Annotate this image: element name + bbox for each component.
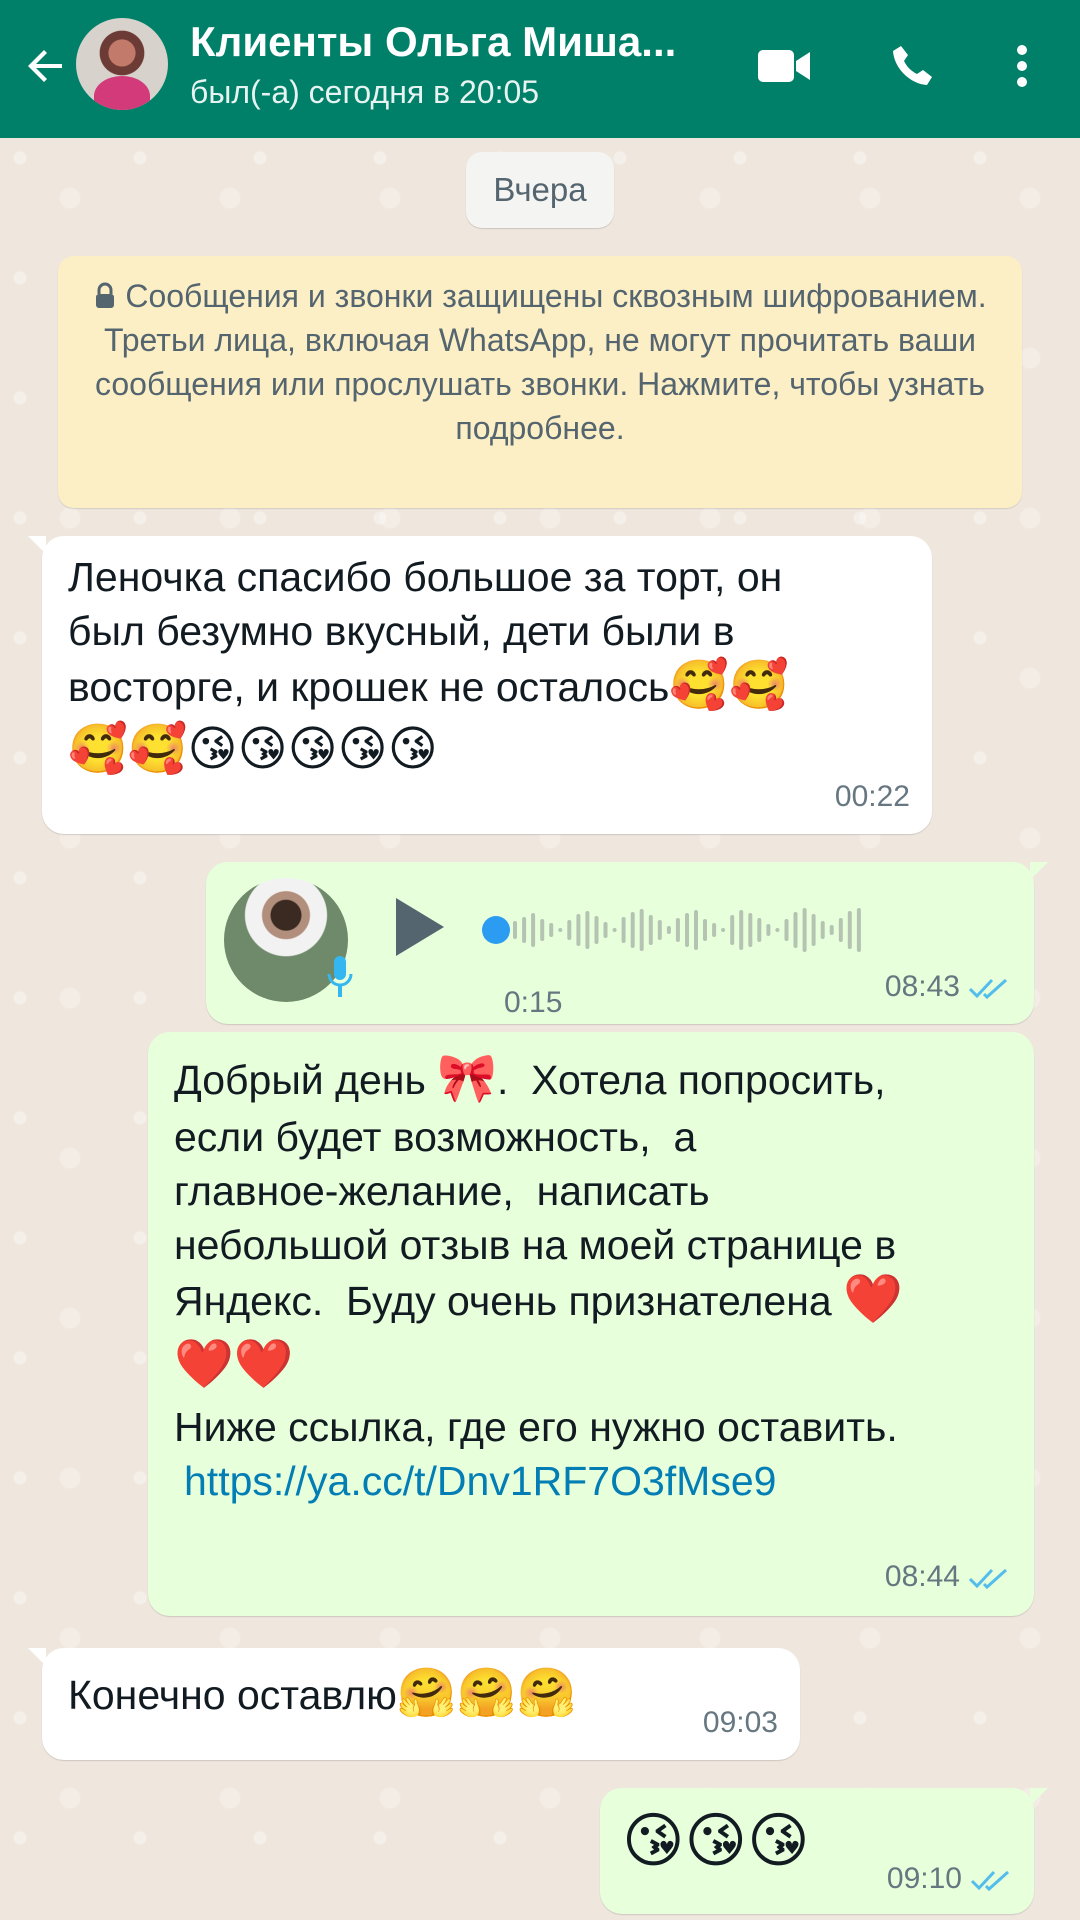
waveform-bar <box>630 912 635 948</box>
message-meta: 08:43 <box>885 960 1010 1014</box>
waveform-bar <box>811 914 816 946</box>
link-intro: Ниже ссылка, где его нужно оставить. <box>174 1404 898 1450</box>
waveform-bar <box>612 928 617 932</box>
waveform-bar <box>694 910 698 950</box>
waveform-bar <box>531 913 536 947</box>
message-meta: 09:10 <box>887 1852 1012 1906</box>
voice-message[interactable]: 0:15 08:43 <box>206 862 1048 1024</box>
double-check-icon <box>968 978 1008 1000</box>
waveform-bar <box>567 920 572 940</box>
waveform-bar <box>639 909 644 951</box>
message-incoming[interactable]: Конечно оставлю🤗🤗🤗 09:03 <box>28 1648 800 1760</box>
waveform-bar <box>802 908 807 952</box>
message-text-line: Добрый день <box>174 1057 438 1103</box>
waveform-bar <box>856 908 861 952</box>
message-time: 00:22 <box>834 780 910 813</box>
lock-icon <box>96 282 115 308</box>
message-time: 08:43 <box>884 970 960 1003</box>
voice-duration: 0:15 <box>504 986 563 1019</box>
phone-icon <box>893 46 932 85</box>
message-incoming[interactable]: Леночка спасибо большое за торт, он был … <box>28 536 932 834</box>
waveform-bar <box>766 924 771 936</box>
waveform-bar <box>675 918 680 942</box>
contact-name[interactable]: Клиенты Ольга Миша... <box>190 18 710 66</box>
message-text-body: Конечно оставлю <box>68 1672 397 1718</box>
waveform-bar <box>757 918 762 942</box>
emoji: 🤗🤗🤗 <box>396 1665 577 1721</box>
waveform-bar <box>739 910 744 950</box>
waveform-bar <box>648 915 653 945</box>
message-time: 09:03 <box>702 1706 778 1739</box>
message-text: Конечно оставлю🤗🤗🤗 <box>68 1666 774 1722</box>
more-vert-icon <box>1017 45 1027 87</box>
message-time: 09:10 <box>886 1862 962 1895</box>
emoji-line: ❤️❤️ <box>174 1336 294 1392</box>
waveform-bar <box>621 917 626 943</box>
chat-header: Клиенты Ольга Миша... был(-а) сегодня в … <box>0 0 1080 138</box>
mic-icon <box>327 956 353 997</box>
chat-area[interactable]: Вчера Сообщения и звонки защищены сквозн… <box>0 138 1080 1920</box>
message-link-wrap: https://ya.cc/t/Dnv1RF7O3fMse9 <box>174 1454 1008 1508</box>
waveform-bar <box>558 928 563 932</box>
waveform-bar <box>721 928 726 932</box>
waveform-bar <box>784 919 789 941</box>
waveform-bar <box>603 922 608 938</box>
waveform-bar <box>666 926 671 934</box>
waveform-bar <box>712 923 717 937</box>
waveform-bar <box>576 914 581 946</box>
waveform-bar <box>703 919 707 941</box>
emoji-line: 🥰🥰😘😘😘😘😘 <box>68 721 438 777</box>
message-link[interactable]: https://ya.cc/t/Dnv1RF7O3fMse9 <box>184 1458 776 1504</box>
waveform-bar <box>838 918 843 942</box>
more-options-button[interactable] <box>990 34 1054 98</box>
waveform-bar <box>829 925 834 935</box>
encryption-notice[interactable]: Сообщения и звонки защищены сквозным шиф… <box>58 256 1022 508</box>
message-time: 08:44 <box>884 1560 960 1593</box>
video-call-button[interactable] <box>752 34 816 98</box>
waveform-bar <box>522 917 527 943</box>
waveform-bar <box>793 912 798 948</box>
message-text-body: если будет возможность, а главное-желани… <box>174 1110 1008 1328</box>
message-text-line: . Хотела попросить, <box>496 1057 886 1103</box>
play-button[interactable] <box>392 896 448 958</box>
contact-avatar[interactable] <box>76 18 168 110</box>
last-seen-status: был(-а) сегодня в 20:05 <box>190 74 540 110</box>
message-text: Леночка спасибо большое за торт, он был … <box>68 550 906 714</box>
waveform-bar <box>775 928 780 932</box>
waveform-bar <box>847 911 852 949</box>
waveform-bar <box>594 916 599 944</box>
playback-position-dot[interactable] <box>482 916 510 944</box>
waveform-bar <box>540 919 545 941</box>
waveform-bar <box>730 915 735 945</box>
emoji: ❤️ <box>843 1271 903 1327</box>
waveform-bar <box>585 911 590 949</box>
emoji: 🎀 <box>437 1050 497 1106</box>
waveform-bar <box>820 921 825 939</box>
message-outgoing[interactable]: 😘😘😘 09:10 <box>600 1788 1048 1914</box>
double-check-icon <box>968 1568 1008 1590</box>
video-call-icon <box>758 50 810 82</box>
waveform-bar <box>685 913 689 947</box>
waveform-bar <box>748 913 753 947</box>
back-button[interactable] <box>14 34 78 98</box>
waveform-bar <box>657 920 662 940</box>
encryption-notice-text: Сообщения и звонки защищены сквозным шиф… <box>95 278 987 446</box>
emoji: 🥰🥰 <box>669 657 789 713</box>
double-check-icon <box>970 1870 1010 1892</box>
message-text: Добрый день 🎀. Хотела попросить, <box>174 1048 1008 1110</box>
date-separator: Вчера <box>466 152 614 228</box>
message-text-body-text: если будет возможность, а главное-желани… <box>174 1114 897 1324</box>
waveform-bar <box>549 923 554 937</box>
waveform-bar <box>513 921 517 939</box>
back-arrow-icon <box>28 50 62 82</box>
voice-call-button[interactable] <box>880 34 944 98</box>
message-meta: 08:44 <box>885 1550 1010 1604</box>
audio-waveform[interactable] <box>482 900 862 960</box>
message-outgoing[interactable]: Добрый день 🎀. Хотела попросить, если бу… <box>148 1032 1034 1616</box>
